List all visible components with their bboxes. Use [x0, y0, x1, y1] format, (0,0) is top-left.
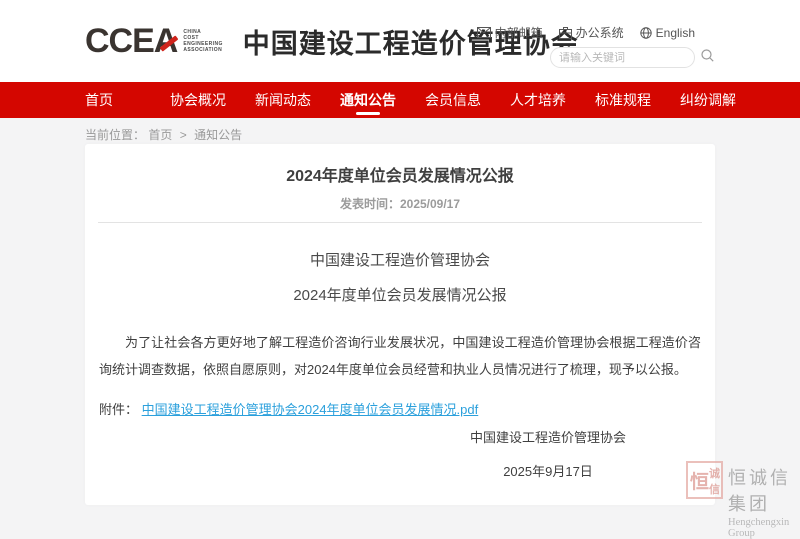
nav-item-training[interactable]: 人才培养	[510, 82, 595, 118]
nav-item-news[interactable]: 新闻动态	[255, 82, 340, 118]
breadcrumb-separator: >	[180, 128, 187, 142]
breadcrumb-current: 通知公告	[194, 128, 242, 142]
signature-date: 2025年9月17日	[428, 461, 668, 480]
ccea-logo-text: CCEA	[85, 21, 177, 61]
nav-item-standards[interactable]: 标准规程	[595, 82, 680, 118]
internal-mail-link[interactable]: 内部邮箱	[477, 24, 543, 41]
article-card: 2024年度单位会员发展情况公报 发表时间：2025/09/17 中国建设工程造…	[85, 144, 715, 505]
attachment-row: 附件： 中国建设工程造价管理协会2024年度单位会员发展情况.pdf	[99, 399, 701, 418]
nav-item-members[interactable]: 会员信息	[425, 82, 510, 118]
attachment-label: 附件：	[99, 402, 138, 417]
breadcrumb: 当前位置： 首页 > 通知公告	[0, 118, 800, 144]
mail-icon	[477, 27, 491, 38]
hengchengxin-watermark: 恒 诚 信 恒诚信集团 Hengchengxin Group	[686, 461, 800, 539]
article-title: 2024年度单位会员发展情况公报	[85, 162, 715, 186]
nav-item-home[interactable]: 首页	[85, 82, 170, 118]
article-publish-date: 发表时间：2025/09/17	[85, 195, 715, 212]
search-icon[interactable]	[701, 49, 714, 67]
attachment-pdf-link[interactable]: 中国建设工程造价管理协会2024年度单位会员发展情况.pdf	[142, 402, 479, 417]
nav-item-mediation[interactable]: 纠纷调解	[680, 82, 765, 118]
globe-icon	[640, 27, 652, 39]
nav-item-about[interactable]: 协会概况	[170, 82, 255, 118]
watermark-name: 恒诚信集团	[728, 464, 800, 516]
office-system-link[interactable]: 办公系统	[559, 24, 624, 41]
search-box[interactable]	[550, 47, 695, 68]
logo-subtitle: CHINA COST ENGINEERING ASSOCIATION	[183, 29, 222, 53]
signature-block: 中国建设工程造价管理协会 2025年9月17日	[428, 427, 668, 480]
site-header: CCEA CHINA COST ENGINEERING ASSOCIATION …	[0, 0, 800, 82]
nav-item-notices[interactable]: 通知公告	[340, 82, 425, 118]
article-body-title-line: 2024年度单位会员发展情况公报	[85, 284, 715, 305]
search-input[interactable]	[559, 52, 701, 64]
active-tab-underline	[356, 112, 380, 115]
signature-org: 中国建设工程造价管理协会	[428, 427, 668, 446]
watermark-name-en: Hengchengxin Group	[728, 517, 800, 539]
breadcrumb-home-link[interactable]: 首页	[148, 128, 172, 142]
main-nav: 首页 协会概况 新闻动态 通知公告 会员信息 人才培养 标准规程 纠纷调解	[0, 82, 800, 118]
title-divider	[98, 222, 702, 223]
hengchengxin-seal-logo: 恒 诚 信	[686, 461, 723, 499]
breadcrumb-label: 当前位置：	[85, 128, 145, 142]
briefcase-icon	[559, 27, 572, 39]
english-link[interactable]: English	[640, 24, 695, 41]
header-utility-links: 内部邮箱 办公系统 English	[477, 24, 695, 41]
article-paragraph: 为了让社会各方更好地了解工程造价咨询行业发展状况，中国建设工程造价管理协会根据工…	[99, 329, 701, 383]
article-body-org-line: 中国建设工程造价管理协会	[85, 249, 715, 270]
